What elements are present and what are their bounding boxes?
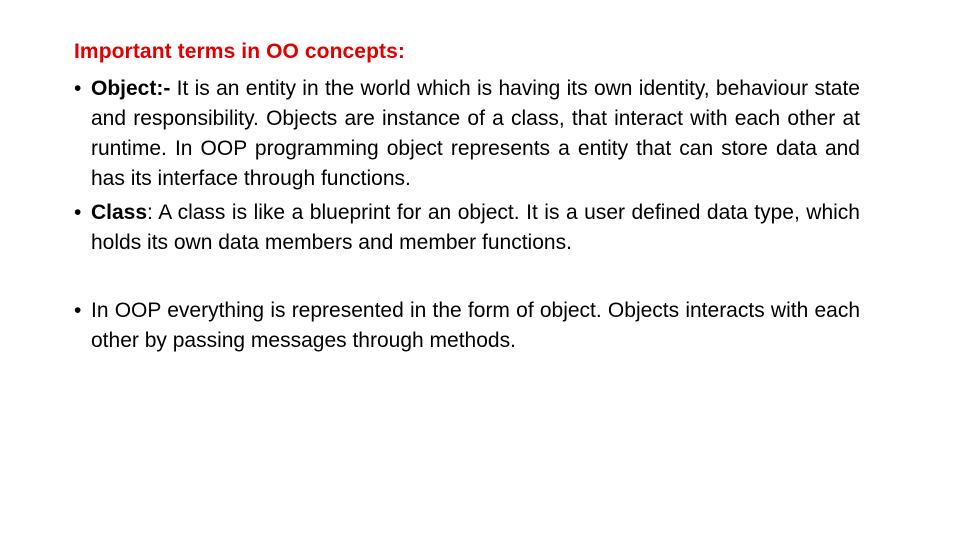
bullet-marker: • — [74, 299, 82, 322]
bullet-class: • Class: A class is like a blueprint for… — [74, 198, 860, 258]
slide: Important terms in OO concepts: • Object… — [0, 0, 960, 540]
bullet-object: • Object:- It is an entity in the world … — [74, 74, 860, 194]
bullet-marker: • — [74, 77, 82, 100]
definition-class: : A class is like a blueprint for an obj… — [91, 201, 860, 254]
definition-object: It is an entity in the world which is ha… — [91, 77, 860, 190]
term-object: Object:- — [91, 77, 171, 100]
bullet-marker: • — [74, 201, 82, 224]
bullet-text: In OOP everything is represented in the … — [91, 299, 860, 352]
term-class: Class — [91, 201, 148, 224]
slide-title: Important terms in OO concepts: — [74, 40, 405, 63]
bullet-oop-messages: • In OOP everything is represented in th… — [74, 296, 860, 356]
bullet-list: • Object:- It is an entity in the world … — [74, 74, 860, 360]
